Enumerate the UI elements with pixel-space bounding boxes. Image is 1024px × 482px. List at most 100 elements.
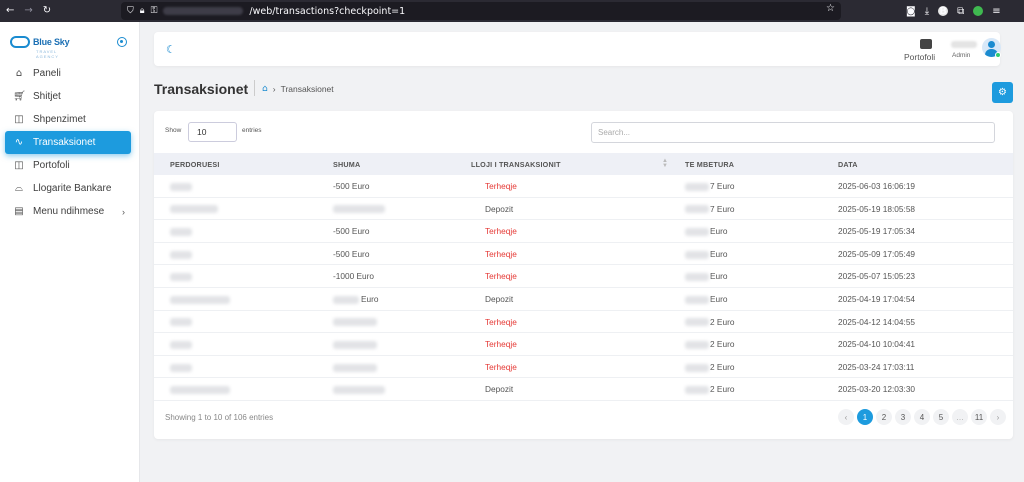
column-header-te-mbetura[interactable]: TE MBETURA <box>685 160 734 169</box>
cell-lloji: Terheqje <box>485 361 517 372</box>
cell-te-mbetura: 2 Euro <box>685 362 734 372</box>
user-role: Admin <box>952 52 971 59</box>
cell-te-mbetura-text: 2 Euro <box>710 339 735 350</box>
sidebar-menu: ⌂ Paneli 🛒︎ Shitjet ◫ Shpenzimet ∿ Trans… <box>5 62 131 223</box>
amount-redacted <box>333 386 385 395</box>
table-row: Terheqje 2 Euro 2025-03-24 17:03:11 <box>154 356 1013 379</box>
column-header-data[interactable]: DATA <box>838 160 858 169</box>
pagination-page-1[interactable]: 1 <box>857 409 873 425</box>
pagination-next-button[interactable]: › <box>990 409 1006 425</box>
cell-shuma: -500 Euro <box>333 249 369 259</box>
home-icon[interactable]: ⌂ <box>262 84 268 94</box>
extension-icon[interactable] <box>973 6 984 16</box>
portofoli-link[interactable]: Portofoli <box>904 52 935 62</box>
chevron-right-icon: › <box>272 84 276 94</box>
sidebar-item-portofoli[interactable]: ◫ Portofoli <box>5 154 131 177</box>
logo[interactable]: Blue Sky TRAVEL AGENCY <box>10 36 70 59</box>
column-header-lloji[interactable]: LLOJI I TRANSAKSIONIT <box>471 160 561 169</box>
top-header: ☾ Portofoli Admin <box>154 32 1001 66</box>
sidebar-item-paneli[interactable]: ⌂ Paneli <box>5 62 131 85</box>
pagination-page-4[interactable]: 4 <box>914 409 930 425</box>
pagination-page-3[interactable]: 3 <box>895 409 911 425</box>
cell-lloji: Depozit <box>485 203 514 214</box>
cell-te-mbetura-text: 2 Euro <box>710 384 735 395</box>
cell-data: 2025-06-03 16:06:19 <box>838 181 916 191</box>
transactions-card: Show 10 entries PERDORUESI SHUMA LLOJI I… <box>154 111 1013 439</box>
search-input[interactable] <box>591 122 995 143</box>
cell-te-mbetura: Euro <box>685 226 728 236</box>
cell-shuma <box>333 384 387 395</box>
cell-te-mbetura-text: 7 Euro <box>710 203 735 214</box>
column-header-perdoruesi[interactable]: PERDORUESI <box>170 160 220 169</box>
bank-icon: ⌓ <box>15 183 23 194</box>
pagination-ellipsis: … <box>952 409 968 425</box>
sidebar-item-label: Transaksionet <box>33 137 96 148</box>
sidebar-item-shitjet[interactable]: 🛒︎ Shitjet <box>5 85 131 108</box>
table-row: Depozit 2 Euro 2025-03-20 12:03:30 <box>154 378 1013 401</box>
lock-icon[interactable]: 🔒︎ <box>140 6 145 16</box>
breadcrumb-current: Transaksionet <box>280 84 334 94</box>
pagination: ‹ 1 2 3 4 5 … 11 › <box>838 409 1006 425</box>
sidebar-toggle-icon[interactable] <box>117 37 127 47</box>
pocket-icon[interactable]: ◙ <box>906 6 916 17</box>
moon-icon[interactable]: ☾ <box>166 43 176 56</box>
cell-perdoruesi-redacted <box>170 339 192 349</box>
home-icon: ⌂ <box>15 68 23 79</box>
cloud-logo-icon <box>10 36 30 48</box>
table-row: Depozit 7 Euro 2025-05-19 18:05:58 <box>154 198 1013 221</box>
column-header-shuma[interactable]: SHUMA <box>333 160 360 169</box>
cell-te-mbetura: 7 Euro <box>685 204 734 214</box>
pagination-page-5[interactable]: 5 <box>933 409 949 425</box>
pagination-page-11[interactable]: 11 <box>971 409 987 425</box>
cell-te-mbetura-text: 2 Euro <box>710 316 735 327</box>
bookmark-star-icon[interactable]: ☆ <box>826 3 835 14</box>
cell-lloji: Terheqje <box>485 248 517 259</box>
sort-icon[interactable]: ▲ ▼ <box>662 158 668 169</box>
url-bar[interactable]: ⛉ 🔒︎ ⚿ /web/transactions?checkpoint=1 ☆ <box>121 2 841 20</box>
cell-data: 2025-05-19 18:05:58 <box>838 203 916 214</box>
brand-name: Blue Sky <box>33 37 70 47</box>
table-info: Showing 1 to 10 of 106 entries <box>165 413 274 422</box>
pagination-prev-button[interactable]: ‹ <box>838 409 854 425</box>
cell-shuma <box>333 317 379 327</box>
settings-button[interactable]: ⚙ <box>992 82 1013 103</box>
sidebar-item-shpenzimet[interactable]: ◫ Shpenzimet <box>5 108 131 131</box>
cart-icon: 🛒︎ <box>13 91 26 102</box>
cell-shuma: -500 Euro <box>333 181 369 191</box>
cell-perdoruesi-redacted <box>170 181 192 191</box>
user-name-redacted <box>951 41 977 48</box>
sidebar-item-label: Shitjet <box>33 91 61 102</box>
extensions-icon[interactable]: ⧉ <box>957 6 964 17</box>
cell-perdoruesi-redacted <box>170 249 192 259</box>
entries-per-page-input[interactable]: 10 <box>188 122 237 142</box>
cell-shuma <box>333 339 379 349</box>
key-icon[interactable]: ⚿ <box>151 6 158 16</box>
sidebar-item-llogarite-bankare[interactable]: ⌓ Llogarite Bankare <box>5 177 131 200</box>
shield-icon[interactable]: ⛉ <box>127 6 134 16</box>
account-icon[interactable]: B <box>938 6 949 17</box>
reload-icon[interactable]: ↻ <box>43 0 51 22</box>
breadcrumb-divider <box>254 80 255 96</box>
cell-data: 2025-05-09 17:05:49 <box>838 248 916 259</box>
sidebar-item-label: Llogarite Bankare <box>33 183 112 194</box>
online-status-dot <box>995 52 1001 58</box>
forward-icon[interactable]: → <box>24 0 32 22</box>
cell-lloji: Terheqje <box>485 271 517 282</box>
breadcrumb: ⌂ › Transaksionet <box>262 84 334 94</box>
menu-icon[interactable]: ≡ <box>992 6 1000 17</box>
table-header: PERDORUESI SHUMA LLOJI I TRANSAKSIONIT ▲… <box>154 153 1013 175</box>
url-path: /web/transactions?checkpoint=1 <box>249 5 406 17</box>
pagination-page-2[interactable]: 2 <box>876 409 892 425</box>
sidebar-item-transaksionet[interactable]: ∿ Transaksionet <box>5 131 131 154</box>
download-icon[interactable]: ⤓ <box>925 6 929 17</box>
table-row: -1000 Euro Terheqje Euro 2025-05-07 15:05:2… <box>154 265 1013 288</box>
wallet-icon[interactable] <box>920 39 932 49</box>
sidebar-item-menu-ndihmese[interactable]: ▤ Menu ndihmese › <box>5 200 131 223</box>
cell-lloji: Terheqje <box>485 339 517 350</box>
avatar-head <box>988 41 995 48</box>
balance-redacted <box>685 318 709 327</box>
brand-subtitle: TRAVEL AGENCY <box>36 49 59 59</box>
cell-te-mbetura: 2 Euro <box>685 339 734 349</box>
cell-shuma-text: -500 Euro <box>333 226 370 237</box>
back-icon[interactable]: ← <box>6 0 14 22</box>
